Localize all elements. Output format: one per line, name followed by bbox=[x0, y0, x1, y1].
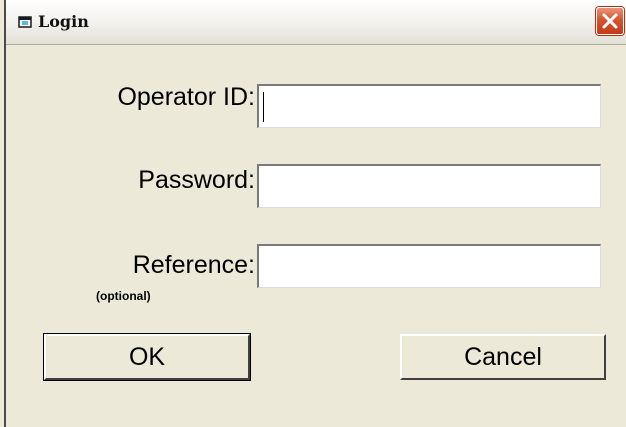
title-bar[interactable]: Login bbox=[6, 0, 626, 45]
cancel-button[interactable]: Cancel bbox=[400, 334, 606, 380]
operator-id-input[interactable] bbox=[257, 84, 601, 128]
password-label: Password: bbox=[138, 166, 255, 194]
reference-label: Reference: bbox=[132, 251, 255, 279]
reference-optional-note: (optional) bbox=[96, 289, 151, 303]
text-caret bbox=[263, 92, 264, 122]
window-title: Login bbox=[38, 12, 89, 31]
reference-input[interactable] bbox=[257, 244, 601, 288]
password-input[interactable] bbox=[257, 164, 601, 208]
window-app-icon bbox=[18, 15, 33, 29]
ok-button[interactable]: OK bbox=[43, 333, 251, 381]
operator-id-label: Operator ID: bbox=[117, 83, 255, 111]
login-dialog: Login Operator ID: Password: Reference: … bbox=[4, 0, 626, 427]
close-button[interactable] bbox=[596, 7, 624, 35]
